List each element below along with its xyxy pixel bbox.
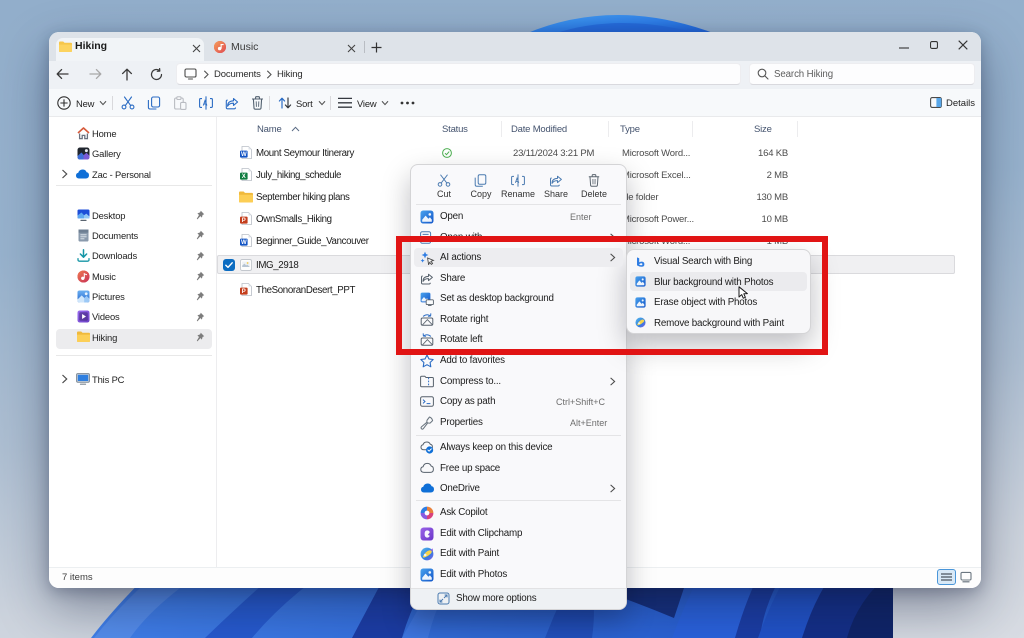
svg-text:P: P [242, 289, 246, 295]
svg-text:P: P [242, 218, 246, 224]
svg-text:W: W [241, 240, 247, 246]
svg-text:X: X [242, 174, 246, 180]
svg-text:W: W [241, 152, 247, 158]
